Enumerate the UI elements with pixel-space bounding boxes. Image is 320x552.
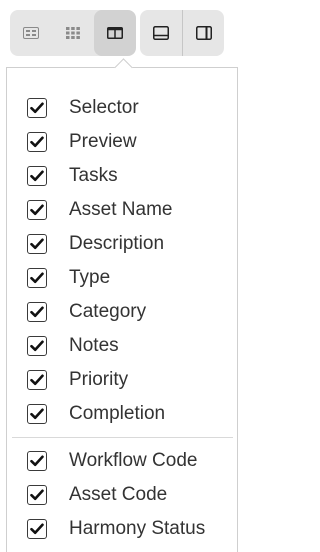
column-option-preview[interactable]: Preview (27, 125, 172, 159)
checkmark-icon (30, 204, 44, 216)
checkmark-icon (30, 170, 44, 182)
panel-bottom-button[interactable] (140, 10, 182, 56)
column-option-harmony-status[interactable]: Harmony Status (27, 512, 205, 546)
column-view-icon (107, 27, 123, 39)
column-option-asset-name[interactable]: Asset Name (27, 193, 172, 227)
checkbox[interactable] (27, 336, 47, 356)
column-option-label: Category (69, 301, 147, 322)
card-view-icon (23, 27, 39, 39)
panel-right-icon (195, 26, 212, 40)
column-option-label: Priority (69, 369, 129, 390)
column-option-label: Harmony Status (69, 518, 206, 539)
column-option-notes[interactable]: Notes (27, 329, 172, 363)
view-toolbar (10, 10, 224, 56)
checkmark-icon (30, 340, 44, 352)
checkbox[interactable] (27, 485, 47, 505)
checkmark-icon (30, 238, 44, 250)
column-list-primary: Selector Preview Tasks Asset Name Descri… (27, 91, 172, 431)
column-option-label: Selector (69, 97, 139, 118)
column-view-button[interactable] (94, 10, 136, 56)
checkmark-icon (30, 523, 44, 535)
column-option-priority[interactable]: Priority (27, 363, 172, 397)
column-option-asset-code[interactable]: Asset Code (27, 478, 205, 512)
checkmark-icon (30, 455, 44, 467)
column-option-selector[interactable]: Selector (27, 91, 172, 125)
checkbox[interactable] (27, 519, 47, 539)
checkmark-icon (30, 102, 44, 114)
checkmark-icon (30, 272, 44, 284)
checkbox[interactable] (27, 370, 47, 390)
checkmark-icon (30, 136, 44, 148)
column-option-label: Description (69, 233, 165, 254)
checkbox[interactable] (27, 451, 47, 471)
section-divider (12, 437, 233, 438)
card-view-button[interactable] (10, 10, 52, 56)
column-option-type[interactable]: Type (27, 261, 172, 295)
checkmark-icon (30, 408, 44, 420)
checkbox[interactable] (27, 268, 47, 288)
checkbox[interactable] (27, 404, 47, 424)
column-option-label: Asset Code (69, 484, 168, 505)
column-list-secondary: Workflow Code Asset Code Harmony Status (27, 444, 205, 546)
column-option-label: Type (69, 267, 111, 288)
view-mode-group (10, 10, 136, 56)
checkbox[interactable] (27, 302, 47, 322)
panel-bottom-icon (153, 26, 169, 40)
checkmark-icon (30, 374, 44, 386)
column-option-label: Workflow Code (69, 450, 198, 471)
checkmark-icon (30, 489, 44, 501)
checkbox[interactable] (27, 166, 47, 186)
column-option-label: Asset Name (69, 199, 173, 220)
grid-view-button[interactable] (52, 10, 94, 56)
column-option-category[interactable]: Category (27, 295, 172, 329)
column-option-tasks[interactable]: Tasks (27, 159, 172, 193)
grid-view-icon (66, 27, 80, 39)
panel-right-button[interactable] (182, 10, 224, 56)
checkbox[interactable] (27, 98, 47, 118)
column-option-label: Tasks (69, 165, 118, 186)
checkbox[interactable] (27, 132, 47, 152)
layout-group (140, 10, 224, 56)
column-option-completion[interactable]: Completion (27, 397, 172, 431)
column-option-description[interactable]: Description (27, 227, 172, 261)
column-option-label: Preview (69, 131, 137, 152)
column-option-label: Notes (69, 335, 119, 356)
checkbox[interactable] (27, 234, 47, 254)
column-option-label: Completion (69, 403, 166, 424)
checkmark-icon (30, 306, 44, 318)
checkbox[interactable] (27, 200, 47, 220)
column-option-workflow-code[interactable]: Workflow Code (27, 444, 205, 478)
column-chooser-root: Selector Preview Tasks Asset Name Descri… (0, 0, 242, 552)
